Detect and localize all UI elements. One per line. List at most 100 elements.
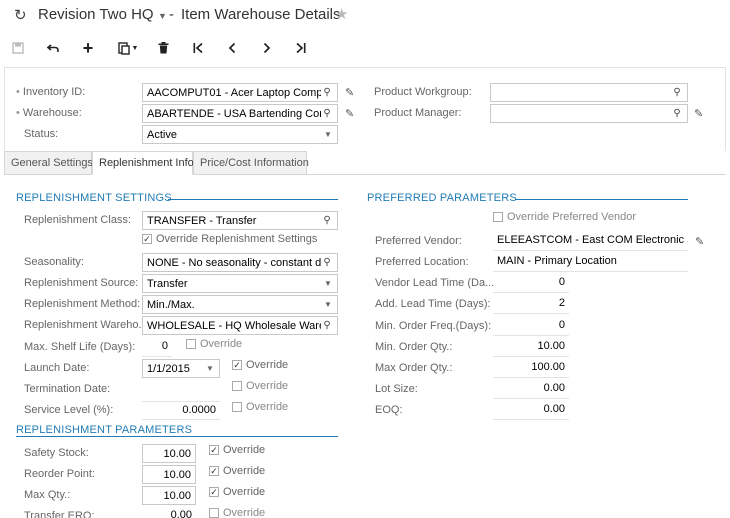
search-icon[interactable]: ⚲ xyxy=(321,87,333,98)
replenishment-warehouse-label: Replenishment Wareho... xyxy=(24,319,148,331)
override-replenishment-settings-checkbox[interactable]: ✓ Override Replenishment Settings xyxy=(142,233,317,245)
add-lead-time-label: Add. Lead Time (Days): xyxy=(375,298,491,310)
replenishment-source-label: Replenishment Source: xyxy=(24,277,139,289)
termination-date-label: Termination Date: xyxy=(24,383,111,395)
checkbox-icon[interactable] xyxy=(232,402,242,412)
star-icon[interactable]: ★ xyxy=(335,5,348,23)
preferred-vendor-field[interactable]: ELEEASTCOM - East COM Electronic S xyxy=(493,232,688,251)
min-order-qty-label: Min. Order Qty.: xyxy=(375,341,453,353)
section-divider xyxy=(16,436,338,437)
checkbox-checked-icon[interactable]: ✓ xyxy=(142,234,152,244)
section-divider xyxy=(515,199,688,200)
last-icon[interactable] xyxy=(290,37,312,59)
chevron-down-icon[interactable]: ▼ xyxy=(205,364,215,373)
launch-date-label: Launch Date: xyxy=(24,362,90,374)
replenishment-warehouse-field[interactable]: WHOLESALE - HQ Wholesale Wareh ⚲ xyxy=(142,316,338,335)
service-level-field[interactable]: 0.0000 xyxy=(142,401,220,420)
first-icon[interactable] xyxy=(187,37,209,59)
checkbox-checked-icon[interactable]: ✓ xyxy=(232,360,242,370)
add-lead-time-field[interactable]: 2 xyxy=(493,295,569,314)
max-qty-label: Max Qty.: xyxy=(24,489,71,501)
search-icon[interactable]: ⚲ xyxy=(671,108,683,119)
next-icon[interactable] xyxy=(256,37,278,59)
delete-icon[interactable] xyxy=(152,37,174,59)
preferred-location-label: Preferred Location: xyxy=(375,256,469,268)
refresh-icon[interactable]: ↻ xyxy=(14,6,27,24)
tab-general-settings[interactable]: General Settings xyxy=(4,151,93,175)
edit-pencil-icon[interactable]: ✎ xyxy=(345,86,354,99)
override-preferred-vendor-checkbox[interactable]: Override Preferred Vendor xyxy=(493,211,636,223)
max-qty-field[interactable]: 10.00 xyxy=(142,486,196,505)
transfer-erq-override-checkbox[interactable]: Override xyxy=(209,507,265,518)
warehouse-field[interactable]: ABARTENDE - USA Bartending Cons ⚲ xyxy=(142,104,338,123)
search-icon[interactable]: ⚲ xyxy=(671,87,683,98)
chevron-down-icon: ▼ xyxy=(324,279,332,288)
max-shelf-life-override-checkbox[interactable]: Override xyxy=(186,338,242,350)
page-title-separator: - xyxy=(169,6,174,23)
checkbox-icon[interactable] xyxy=(209,508,219,518)
reorder-point-label: Reorder Point: xyxy=(24,468,95,480)
reorder-point-override-checkbox[interactable]: ✓ Override xyxy=(209,465,265,477)
checkbox-checked-icon[interactable]: ✓ xyxy=(209,466,219,476)
service-level-override-checkbox[interactable]: Override xyxy=(232,401,288,413)
max-order-qty-label: Max Order Qty.: xyxy=(375,362,453,374)
replenishment-source-select[interactable]: Transfer ▼ xyxy=(142,274,338,293)
inventory-id-label: • Inventory ID: xyxy=(16,86,86,98)
product-workgroup-field[interactable]: ⚲ xyxy=(490,83,688,102)
replenishment-class-field[interactable]: TRANSFER - Transfer ⚲ xyxy=(142,211,338,230)
max-qty-override-checkbox[interactable]: ✓ Override xyxy=(209,486,265,498)
checkbox-checked-icon[interactable]: ✓ xyxy=(209,487,219,497)
product-manager-label: Product Manager: xyxy=(374,107,462,119)
checkbox-icon[interactable] xyxy=(186,339,196,349)
tab-price-cost-information[interactable]: Price/Cost Information xyxy=(193,151,309,175)
save-icon[interactable] xyxy=(7,37,29,59)
vendor-lead-time-label: Vendor Lead Time (Da... xyxy=(375,277,495,289)
search-icon[interactable]: ⚲ xyxy=(321,320,333,331)
previous-icon[interactable] xyxy=(221,37,243,59)
safety-stock-field[interactable]: 10.00 xyxy=(142,444,196,463)
company-name[interactable]: Revision Two HQ xyxy=(38,6,154,23)
seasonality-field[interactable]: NONE - No seasonality - constant der ⚲ xyxy=(142,253,338,272)
eoq-field[interactable]: 0.00 xyxy=(493,401,569,420)
max-order-qty-field[interactable]: 100.00 xyxy=(493,359,569,378)
replenishment-parameters-title: REPLENISHMENT PARAMETERS xyxy=(16,424,193,436)
search-icon[interactable]: ⚲ xyxy=(321,257,333,268)
chevron-down-icon: ▼ xyxy=(324,300,332,309)
checkbox-icon[interactable] xyxy=(232,381,242,391)
min-order-qty-field[interactable]: 10.00 xyxy=(493,338,569,357)
undo-icon[interactable] xyxy=(42,37,64,59)
checkbox-icon[interactable] xyxy=(493,212,503,222)
eoq-label: EOQ: xyxy=(375,404,403,416)
preferred-parameters-title: PREFERRED PARAMETERS xyxy=(367,192,517,204)
seasonality-label: Seasonality: xyxy=(24,256,84,268)
min-order-freq-field[interactable]: 0 xyxy=(493,317,569,336)
status-select[interactable]: Active ▼ xyxy=(142,125,338,144)
product-manager-field[interactable]: ⚲ xyxy=(490,104,688,123)
search-icon[interactable]: ⚲ xyxy=(321,215,333,226)
checkbox-checked-icon[interactable]: ✓ xyxy=(209,445,219,455)
edit-pencil-icon[interactable]: ✎ xyxy=(695,235,704,248)
add-icon[interactable]: + xyxy=(77,37,99,59)
edit-pencil-icon[interactable]: ✎ xyxy=(345,107,354,120)
edit-pencil-icon[interactable]: ✎ xyxy=(694,107,703,120)
termination-date-override-checkbox[interactable]: Override xyxy=(232,380,288,392)
reorder-point-field[interactable]: 10.00 xyxy=(142,465,196,484)
launch-date-field[interactable]: 1/1/2015 ▼ xyxy=(142,359,220,378)
launch-date-override-checkbox[interactable]: ✓ Override xyxy=(232,359,288,371)
replenishment-method-label: Replenishment Method: xyxy=(24,298,141,310)
transfer-erq-label: Transfer ERQ: xyxy=(24,510,95,518)
preferred-location-field[interactable]: MAIN - Primary Location xyxy=(493,253,688,272)
copy-paste-icon[interactable]: ▼ xyxy=(113,37,143,59)
inventory-id-field[interactable]: AACOMPUT01 - Acer Laptop Comput ⚲ xyxy=(142,83,338,102)
max-shelf-life-field[interactable]: 0 xyxy=(142,338,172,357)
vendor-lead-time-field[interactable]: 0 xyxy=(493,274,569,293)
service-level-label: Service Level (%): xyxy=(24,404,114,416)
replenishment-method-select[interactable]: Min./Max. ▼ xyxy=(142,295,338,314)
company-dropdown-icon[interactable]: ▼ xyxy=(158,11,167,21)
search-icon[interactable]: ⚲ xyxy=(321,108,333,119)
transfer-erq-field[interactable]: 0.00 xyxy=(142,507,196,518)
lot-size-label: Lot Size: xyxy=(375,383,418,395)
lot-size-field[interactable]: 0.00 xyxy=(493,380,569,399)
safety-stock-override-checkbox[interactable]: ✓ Override xyxy=(209,444,265,456)
tab-replenishment-info[interactable]: Replenishment Info xyxy=(92,151,194,175)
